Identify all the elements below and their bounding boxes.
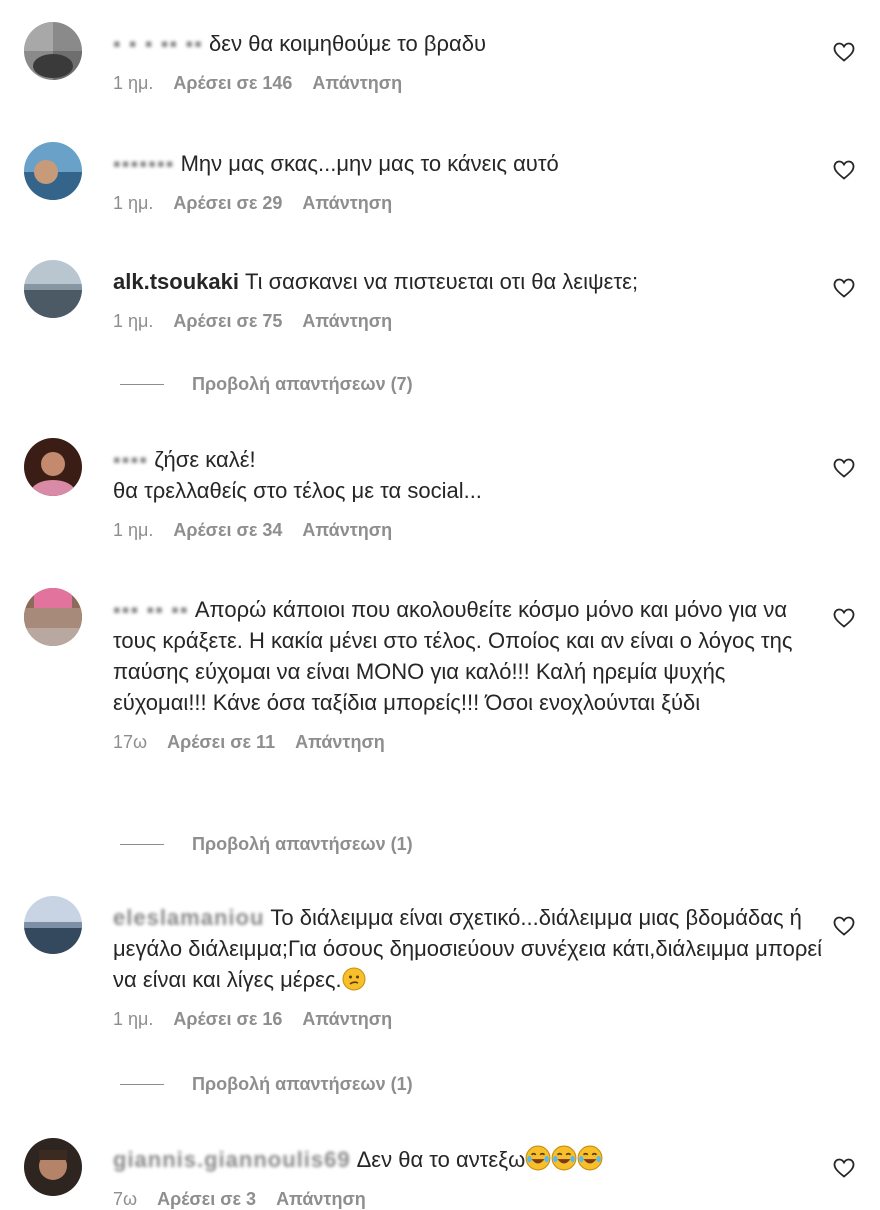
comment-likes[interactable]: Αρέσει σε 3 bbox=[157, 1189, 256, 1210]
comment-time[interactable]: 7ω bbox=[113, 1189, 137, 1210]
reply-button[interactable]: Απάντηση bbox=[302, 520, 392, 541]
divider-line bbox=[120, 1084, 164, 1085]
comment-username[interactable]: eleslamaniou bbox=[113, 905, 264, 930]
comment-likes[interactable]: Αρέσει σε 11 bbox=[167, 732, 275, 753]
face-with-tears-of-joy-icon bbox=[525, 1145, 551, 1171]
view-replies-label[interactable]: Προβολή απαντήσεων (7) bbox=[192, 374, 413, 395]
view-replies-label[interactable]: Προβολή απαντήσεων (1) bbox=[192, 834, 413, 855]
reply-button[interactable]: Απάντηση bbox=[276, 1189, 366, 1210]
comment-meta: 1 ημ. Αρέσει σε 146 Απάντηση bbox=[113, 73, 823, 94]
face-with-tears-of-joy-icon bbox=[577, 1145, 603, 1171]
comment-text: ▪▪▪▪▪▪▪ Μην μας σκας...μην μας το κάνεις … bbox=[113, 148, 823, 179]
comment-time[interactable]: 1 ημ. bbox=[113, 520, 153, 541]
comment-time[interactable]: 1 ημ. bbox=[113, 73, 153, 94]
heart-outline-icon[interactable] bbox=[832, 158, 856, 182]
comment-username[interactable]: ▪ ▪ ▪ ▪▪ ▪▪ bbox=[113, 31, 203, 56]
reply-button[interactable]: Απάντηση bbox=[302, 1009, 392, 1030]
comment-username[interactable]: giannis.giannoulis69 bbox=[113, 1147, 351, 1172]
comment-username[interactable]: ▪▪▪▪ bbox=[113, 447, 148, 472]
heart-outline-icon[interactable] bbox=[832, 456, 856, 480]
comment-username[interactable]: ▪▪▪▪▪▪▪ bbox=[113, 151, 175, 176]
reply-button[interactable]: Απάντηση bbox=[295, 732, 385, 753]
comment-text: ▪▪▪ ▪▪ ▪▪ Απορώ κάποιοι που ακολουθείτε κ… bbox=[113, 594, 823, 718]
comment-time[interactable]: 1 ημ. bbox=[113, 311, 153, 332]
confused-face-emoji-icon bbox=[342, 967, 366, 991]
comment-time[interactable]: 17ω bbox=[113, 732, 147, 753]
comment-text: alk.tsoukaki Τι σασκανει να πιστευεται οτ… bbox=[113, 266, 823, 297]
face-with-tears-of-joy-icon bbox=[551, 1145, 577, 1171]
avatar[interactable] bbox=[24, 588, 82, 646]
comment-username[interactable]: ▪▪▪ ▪▪ ▪▪ bbox=[113, 597, 189, 622]
comment-meta: 1 ημ. Αρέσει σε 29 Απάντηση bbox=[113, 193, 823, 214]
comment-meta: 7ω Αρέσει σε 3 Απάντηση bbox=[113, 1189, 823, 1210]
view-replies-button[interactable]: Προβολή απαντήσεων (1) bbox=[120, 1074, 413, 1095]
comment-meta: 1 ημ. Αρέσει σε 16 Απάντηση bbox=[113, 1009, 823, 1030]
reply-button[interactable]: Απάντηση bbox=[302, 311, 392, 332]
comment-body: Μην μας σκας...μην μας το κάνεις αυτό bbox=[180, 151, 559, 176]
avatar[interactable] bbox=[24, 22, 82, 80]
comment-text: ▪ ▪ ▪ ▪▪ ▪▪ δεν θα κοιμηθούμε το βραδυ bbox=[113, 28, 823, 59]
heart-outline-icon[interactable] bbox=[832, 40, 856, 64]
comment-body: Τι σασκανει να πιστευεται οτι θα λειψετε… bbox=[244, 269, 639, 294]
avatar[interactable] bbox=[24, 896, 82, 954]
comment-text: eleslamaniou Το διάλειμμα είναι σχετικό..… bbox=[113, 902, 823, 995]
heart-outline-icon[interactable] bbox=[832, 914, 856, 938]
heart-outline-icon[interactable] bbox=[832, 276, 856, 300]
comment-likes[interactable]: Αρέσει σε 34 bbox=[173, 520, 282, 541]
comment-likes[interactable]: Αρέσει σε 29 bbox=[173, 193, 282, 214]
comment-likes[interactable]: Αρέσει σε 146 bbox=[173, 73, 292, 94]
avatar[interactable] bbox=[24, 1138, 82, 1196]
reply-button[interactable]: Απάντηση bbox=[312, 73, 402, 94]
comment-text: giannis.giannoulis69 Δεν θα το αντεξω bbox=[113, 1144, 823, 1175]
comment-meta: 17ω Αρέσει σε 11 Απάντηση bbox=[113, 732, 823, 753]
comment-text: ▪▪▪▪ ζήσε καλέ! θα τρελλαθείς στο τέλος μ… bbox=[113, 444, 823, 506]
avatar[interactable] bbox=[24, 260, 82, 318]
emoji-group bbox=[525, 1145, 603, 1172]
comment-time[interactable]: 1 ημ. bbox=[113, 193, 153, 214]
comment-likes[interactable]: Αρέσει σε 75 bbox=[173, 311, 282, 332]
reply-button[interactable]: Απάντηση bbox=[302, 193, 392, 214]
heart-outline-icon[interactable] bbox=[832, 1156, 856, 1180]
view-replies-button[interactable]: Προβολή απαντήσεων (7) bbox=[120, 374, 413, 395]
comment-time[interactable]: 1 ημ. bbox=[113, 1009, 153, 1030]
comment-body: δεν θα κοιμηθούμε το βραδυ bbox=[209, 31, 487, 56]
heart-outline-icon[interactable] bbox=[832, 606, 856, 630]
comment-meta: 1 ημ. Αρέσει σε 75 Απάντηση bbox=[113, 311, 823, 332]
comment-body: ζήσε καλέ! θα τρελλαθείς στο τέλος με τα… bbox=[113, 447, 482, 503]
view-replies-label[interactable]: Προβολή απαντήσεων (1) bbox=[192, 1074, 413, 1095]
comment-meta: 1 ημ. Αρέσει σε 34 Απάντηση bbox=[113, 520, 823, 541]
divider-line bbox=[120, 844, 164, 845]
avatar[interactable] bbox=[24, 142, 82, 200]
comment-likes[interactable]: Αρέσει σε 16 bbox=[173, 1009, 282, 1030]
comment-body: Δεν θα το αντεξω bbox=[356, 1147, 526, 1172]
comment-body: Απορώ κάποιοι που ακολουθείτε κόσμο μόνο… bbox=[113, 597, 799, 715]
divider-line bbox=[120, 384, 164, 385]
comment-username[interactable]: alk.tsoukaki bbox=[113, 269, 239, 294]
view-replies-button[interactable]: Προβολή απαντήσεων (1) bbox=[120, 834, 413, 855]
avatar[interactable] bbox=[24, 438, 82, 496]
